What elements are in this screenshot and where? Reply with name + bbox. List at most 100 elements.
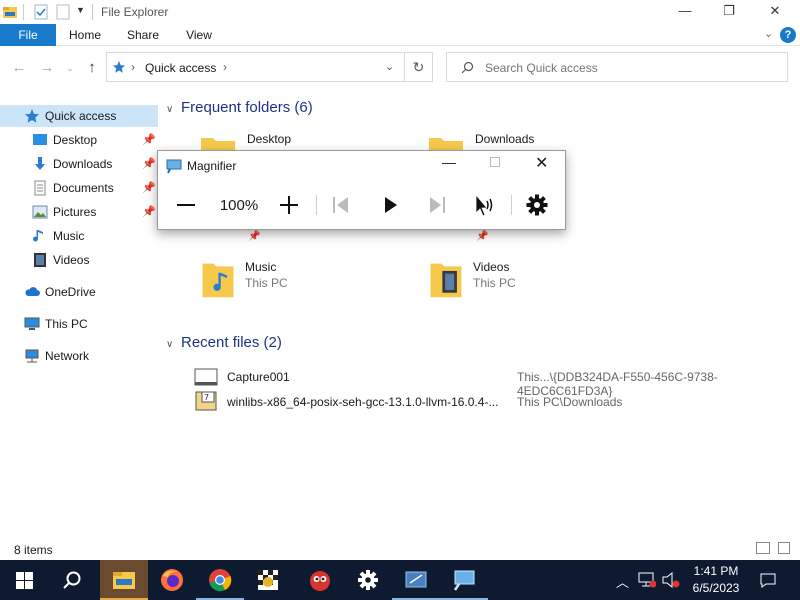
tab-share[interactable]: Share — [120, 24, 166, 46]
notifications-icon[interactable] — [759, 572, 777, 588]
search-button[interactable] — [48, 560, 96, 600]
nav-item-network[interactable]: Network — [0, 345, 158, 367]
title-bar: ▼ File Explorer — ❐ ✕ — [0, 0, 800, 24]
folder-tile-videos[interactable]: Videos This PC — [428, 260, 648, 304]
nav-item-quick-access[interactable]: Quick access — [0, 105, 158, 127]
zoom-in-button[interactable] — [274, 191, 304, 219]
address-bar[interactable]: › Quick access › ⌄ — [106, 52, 405, 82]
recent-file-row[interactable]: 7 winlibs-x86_64-posix-seh-gcc-13.1.0-ll… — [192, 391, 792, 412]
breadcrumb-separator-icon[interactable]: › — [131, 60, 135, 74]
breadcrumb-separator-icon[interactable]: › — [223, 60, 227, 74]
firefox-icon — [161, 569, 183, 591]
properties-icon[interactable] — [34, 4, 48, 20]
skip-back-icon — [333, 197, 348, 213]
ribbon-tabs: File Home Share View ⌄ ? — [0, 24, 800, 46]
start-button[interactable] — [0, 560, 48, 600]
nav-item-documents[interactable]: Documents 📌 — [0, 177, 158, 199]
computer-icon — [24, 317, 40, 330]
nav-label: Quick access — [45, 109, 117, 123]
nav-label: Desktop — [53, 133, 98, 147]
file-name: winlibs-x86_64-posix-seh-gcc-13.1.0-llvm… — [227, 395, 499, 409]
clock-date: 6/5/2023 — [692, 581, 740, 595]
taskbar-game-app[interactable] — [296, 560, 344, 600]
nav-label: Videos — [53, 253, 90, 267]
up-arrow-icon[interactable]: ↑ — [82, 58, 102, 78]
taskbar-file-explorer[interactable] — [100, 560, 148, 600]
red-character-icon — [310, 571, 330, 591]
videos-folder-icon — [430, 263, 462, 298]
help-button[interactable]: ? — [780, 27, 796, 43]
tab-file[interactable]: File — [0, 24, 56, 46]
nav-item-music[interactable]: Music — [0, 225, 158, 247]
read-from-here-button[interactable] — [470, 191, 500, 219]
new-folder-icon[interactable] — [56, 4, 70, 20]
pin-icon: 📌 — [142, 182, 156, 194]
zoom-out-button[interactable] — [171, 191, 201, 219]
minimize-button[interactable]: — — [662, 0, 708, 24]
nav-item-onedrive[interactable]: OneDrive — [0, 281, 158, 303]
file-explorer-icon — [3, 7, 17, 18]
taskbar: ︿ 1:41 PM 6/5/2023 — [0, 560, 800, 600]
downloads-icon — [35, 157, 45, 170]
nav-item-downloads[interactable]: Downloads 📌 — [0, 153, 158, 175]
maximize-button[interactable]: ❐ — [706, 0, 752, 24]
recent-file-row[interactable]: Capture001 This...\{DDB324DA-F550-456C-9… — [192, 367, 792, 398]
previous-paragraph-button[interactable] — [326, 191, 356, 219]
customize-qat-icon[interactable]: ▼ — [76, 5, 85, 15]
chevron-down-icon[interactable]: ⌄ — [764, 27, 773, 40]
folder-location: This PC — [245, 276, 288, 290]
large-icons-view-icon[interactable] — [778, 542, 790, 554]
folder-location: This PC — [473, 276, 516, 290]
search-box[interactable] — [446, 52, 788, 82]
toolbar-divider — [316, 195, 317, 215]
taskbar-settings[interactable] — [344, 560, 392, 600]
details-view-icon[interactable] — [756, 542, 770, 554]
show-hidden-icons-chevron-icon[interactable]: ︿ — [616, 572, 629, 591]
search-input[interactable] — [485, 59, 775, 77]
nav-item-desktop[interactable]: Desktop 📌 — [0, 129, 158, 151]
folder-name: Music — [245, 260, 277, 274]
search-icon — [461, 61, 474, 74]
recent-files-header[interactable]: ∨ Recent files (2) — [166, 334, 282, 351]
chrome-icon — [209, 569, 232, 592]
quick-access-star-icon — [113, 61, 125, 73]
taskbar-clock[interactable]: 1:41 PM 6/5/2023 — [684, 563, 748, 597]
magnifier-close-button[interactable]: ✕ — [535, 153, 548, 173]
nav-item-videos[interactable]: Videos — [0, 249, 158, 271]
nav-item-pictures[interactable]: Pictures 📌 — [0, 201, 158, 223]
magnifier-minimize-button[interactable]: — — [442, 154, 456, 170]
frequent-folders-header[interactable]: ∨ Frequent folders (6) — [166, 99, 313, 116]
skip-forward-icon — [430, 197, 445, 213]
breadcrumb-quick-access[interactable]: Quick access — [145, 61, 216, 75]
folder-tile-music[interactable]: Music This PC — [200, 260, 420, 304]
next-paragraph-button[interactable] — [422, 191, 452, 219]
tab-view[interactable]: View — [176, 24, 222, 46]
windows-logo-icon — [16, 572, 33, 589]
recent-locations-icon[interactable]: ⌄ — [60, 58, 80, 78]
taskbar-chrome[interactable] — [196, 560, 244, 600]
refresh-button[interactable]: ↻ — [405, 52, 433, 82]
close-button[interactable]: ✕ — [752, 0, 798, 24]
taskbar-magnifier[interactable] — [440, 560, 488, 600]
file-location: This PC\Downloads — [517, 395, 623, 409]
taskbar-chess-app[interactable] — [244, 560, 292, 600]
pictures-icon — [32, 205, 48, 219]
back-arrow-icon[interactable]: ← — [9, 58, 29, 78]
address-dropdown-icon[interactable]: ⌄ — [385, 60, 394, 73]
play-button[interactable] — [375, 191, 405, 219]
forward-arrow-icon[interactable]: → — [37, 58, 57, 78]
settings-button[interactable] — [522, 191, 552, 219]
volume-muted-icon[interactable] — [662, 572, 680, 588]
file-name: Capture001 — [227, 370, 290, 384]
minus-icon — [177, 204, 195, 206]
nav-label: Downloads — [53, 157, 113, 171]
taskbar-app[interactable] — [392, 560, 440, 600]
tab-home[interactable]: Home — [62, 24, 108, 46]
network-status-icon[interactable] — [638, 572, 656, 588]
nav-label: OneDrive — [45, 285, 96, 299]
nav-item-this-pc[interactable]: This PC — [0, 313, 158, 335]
nav-label: Music — [53, 229, 85, 243]
taskbar-firefox[interactable] — [148, 560, 196, 600]
onedrive-cloud-icon — [25, 287, 40, 296]
magnifier-maximize-button[interactable] — [490, 157, 500, 167]
